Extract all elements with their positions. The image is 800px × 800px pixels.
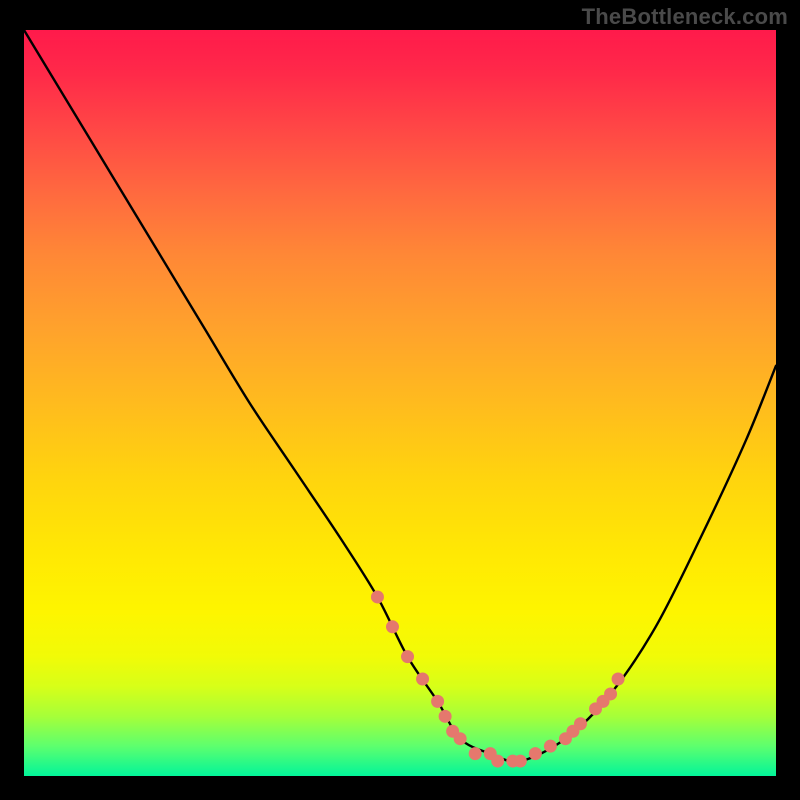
- highlight-marker: [491, 755, 504, 768]
- highlight-marker: [431, 695, 444, 708]
- highlight-marker: [529, 747, 542, 760]
- highlight-marker: [514, 755, 527, 768]
- plot-area: [24, 30, 776, 776]
- highlight-marker: [574, 717, 587, 730]
- chart-svg: [24, 30, 776, 776]
- bottleneck-curve: [24, 30, 776, 762]
- chart-frame: TheBottleneck.com: [0, 0, 800, 800]
- highlight-marker: [371, 590, 384, 603]
- highlight-marker: [454, 732, 467, 745]
- highlight-marker: [416, 673, 429, 686]
- highlight-marker: [544, 740, 557, 753]
- highlight-marker: [401, 650, 414, 663]
- highlight-segment-bottom: [469, 740, 557, 768]
- watermark-text: TheBottleneck.com: [582, 4, 788, 30]
- highlight-marker: [439, 710, 452, 723]
- highlight-marker: [386, 620, 399, 633]
- highlight-segment-right: [559, 673, 625, 746]
- highlight-marker: [612, 673, 625, 686]
- highlight-marker: [469, 747, 482, 760]
- highlight-marker: [604, 687, 617, 700]
